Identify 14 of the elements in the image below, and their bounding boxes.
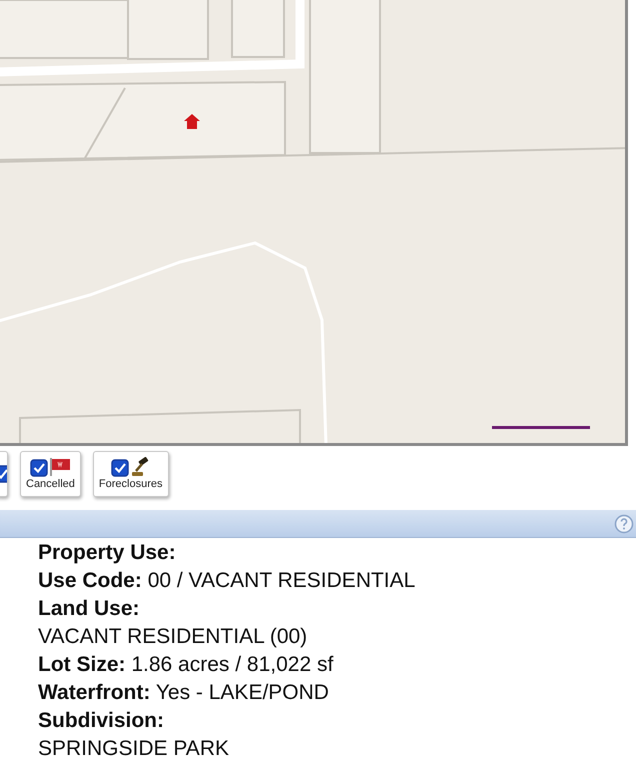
field-text: VACANT RESIDENTIAL (00) bbox=[38, 624, 308, 650]
field-text: Waterfront: Yes - LAKE/POND bbox=[38, 680, 329, 706]
gavel-icon bbox=[130, 457, 150, 477]
field-text: Lot Size: 1.86 acres / 81,022 sf bbox=[38, 652, 334, 678]
filter-button[interactable]: Cancelled bbox=[20, 451, 81, 497]
checkbox-icon[interactable] bbox=[30, 459, 48, 477]
flag-icon bbox=[48, 457, 71, 477]
checkbox-icon[interactable] bbox=[111, 459, 130, 477]
field-text: Use Code: 00 / VACANT RESIDENTIAL bbox=[38, 568, 416, 594]
field-text: SPRINGSIDE PARK bbox=[38, 736, 229, 762]
filter-button[interactable]: Foreclosures bbox=[92, 451, 168, 497]
field-label: Land Use: bbox=[38, 596, 140, 622]
field-label: Subdivision: bbox=[38, 708, 164, 734]
field-label: Property Use: bbox=[38, 540, 176, 566]
